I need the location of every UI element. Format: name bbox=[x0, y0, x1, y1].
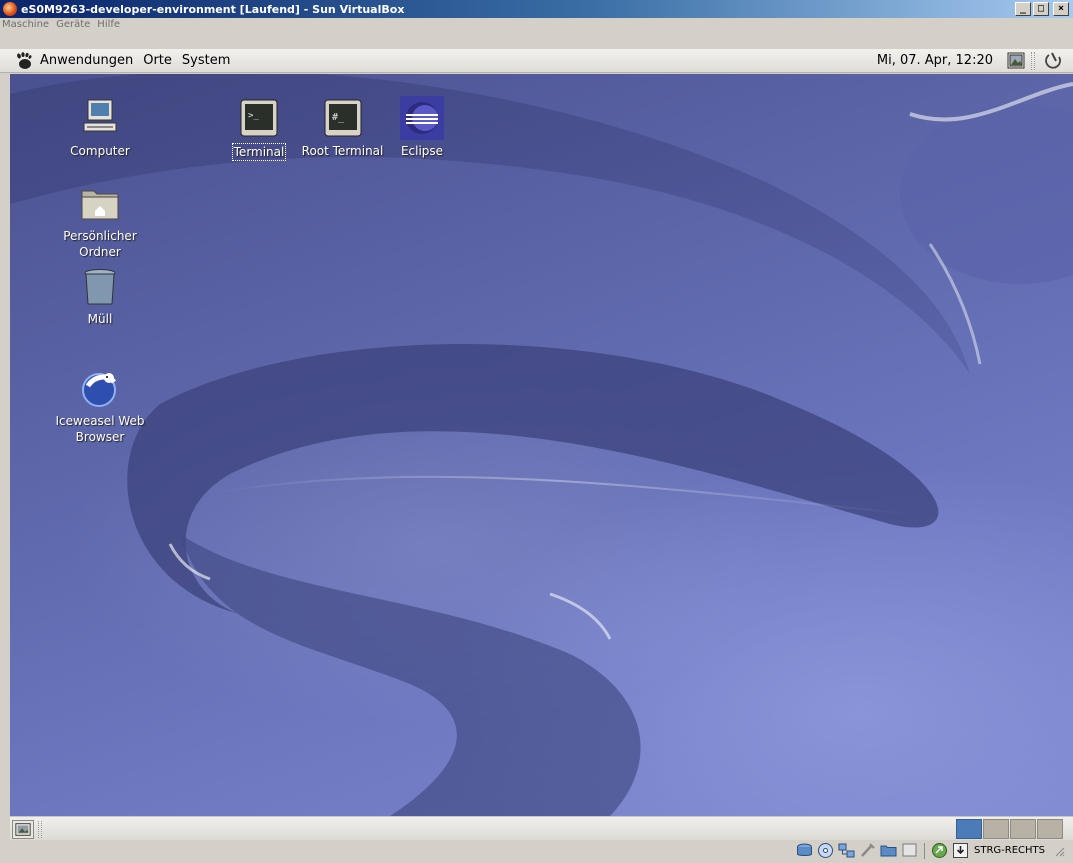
mouse-integration-icon[interactable] bbox=[931, 842, 948, 859]
window-controls: _ □ × bbox=[1015, 2, 1069, 16]
iceweasel-browser-icon bbox=[82, 373, 116, 407]
status-separator bbox=[924, 842, 925, 859]
workspace-1[interactable] bbox=[956, 819, 982, 839]
desktop-icon-label: Iceweasel Web Browser bbox=[55, 414, 145, 444]
desktop-icon-label: Persönlicher Ordner bbox=[63, 229, 137, 259]
clock[interactable]: Mi, 07. Apr, 12:20 bbox=[877, 53, 993, 68]
desktop-icon-eclipse[interactable]: Eclipse bbox=[387, 96, 457, 159]
desktop-wallpaper bbox=[10, 74, 1073, 816]
gnome-top-panel: Anwendungen Orte System Mi, 07. Apr, 12:… bbox=[0, 49, 1073, 73]
gnome-foot-icon[interactable] bbox=[14, 51, 34, 71]
root-terminal-icon: #_ bbox=[324, 99, 361, 137]
menu-orte[interactable]: Orte bbox=[143, 53, 172, 68]
desktop-icon-label: Terminal bbox=[231, 143, 287, 161]
svg-text:>_: >_ bbox=[248, 111, 259, 121]
workspace-2[interactable] bbox=[983, 819, 1009, 839]
desktop-icon-computer[interactable]: Computer bbox=[45, 96, 155, 159]
desktop-icon-trash[interactable]: Müll bbox=[45, 264, 155, 327]
menu-hilfe[interactable]: Hilfe bbox=[97, 19, 120, 30]
trash-icon bbox=[84, 269, 116, 305]
screenshot-icon[interactable] bbox=[1007, 52, 1025, 69]
show-desktop-icon[interactable] bbox=[12, 820, 34, 839]
keyboard-capture-icon[interactable] bbox=[952, 842, 969, 859]
svg-text:#_: #_ bbox=[332, 112, 345, 123]
terminal-icon: >_ bbox=[240, 99, 278, 137]
computer-icon bbox=[83, 99, 117, 132]
panel-separator bbox=[1031, 52, 1035, 70]
workspace-4[interactable] bbox=[1037, 819, 1063, 839]
host-key-label: STRG-RECHTS bbox=[974, 845, 1045, 856]
desktop-icon-label: Eclipse bbox=[400, 144, 444, 158]
desktop-icon-label: Computer bbox=[70, 144, 130, 158]
desktop-icon-terminal[interactable]: >_ Terminal bbox=[224, 96, 294, 161]
shutdown-icon[interactable] bbox=[1043, 51, 1063, 71]
desktop-icon-label: Müll bbox=[87, 312, 113, 326]
eclipse-icon bbox=[400, 96, 444, 140]
hard-disk-icon[interactable] bbox=[796, 842, 813, 859]
network-icon[interactable] bbox=[838, 842, 855, 859]
maximize-button[interactable]: □ bbox=[1033, 2, 1049, 16]
status-icons: STRG-RECHTS bbox=[796, 842, 1065, 859]
desktop-icon-home-folder[interactable]: Persönlicher Ordner bbox=[45, 181, 155, 260]
virtualbox-logo-icon bbox=[3, 2, 17, 16]
desktop-icon-iceweasel[interactable]: Iceweasel Web Browser bbox=[45, 366, 155, 445]
workspace-3[interactable] bbox=[1010, 819, 1036, 839]
vbox-titlebar[interactable]: eS0M9263-developer-environment [Laufend]… bbox=[0, 0, 1073, 18]
vbox-menu-list: Maschine Geräte Hilfe bbox=[2, 19, 120, 30]
desktop-icon-label: Root Terminal bbox=[301, 144, 384, 158]
menu-anwendungen[interactable]: Anwendungen bbox=[40, 53, 133, 68]
display-icon[interactable] bbox=[901, 842, 918, 859]
vbox-menubar: Maschine Geräte Hilfe bbox=[0, 18, 1073, 48]
desktop-icon-root-terminal[interactable]: #_ Root Terminal bbox=[295, 96, 390, 159]
menu-geraete[interactable]: Geräte bbox=[56, 19, 90, 30]
usb-icon[interactable] bbox=[859, 842, 876, 859]
cd-rom-icon[interactable] bbox=[817, 842, 834, 859]
menu-maschine[interactable]: Maschine bbox=[2, 19, 49, 30]
vbox-statusbar: STRG-RECHTS bbox=[0, 840, 1073, 863]
panel-separator bbox=[38, 821, 42, 838]
close-button[interactable]: × bbox=[1053, 2, 1069, 16]
workspace-switcher bbox=[956, 819, 1063, 839]
minimize-button[interactable]: _ bbox=[1015, 2, 1031, 16]
vbox-window-title: eS0M9263-developer-environment [Laufend]… bbox=[21, 2, 405, 16]
menu-system[interactable]: System bbox=[182, 53, 230, 68]
desktop[interactable]: Computer Persönlicher Ordner Müll Icewea… bbox=[10, 74, 1073, 816]
gnome-bottom-panel bbox=[10, 816, 1073, 840]
shared-folders-icon[interactable] bbox=[880, 842, 897, 859]
resize-grip-icon[interactable] bbox=[1053, 845, 1065, 857]
home-folder-icon bbox=[81, 190, 119, 220]
